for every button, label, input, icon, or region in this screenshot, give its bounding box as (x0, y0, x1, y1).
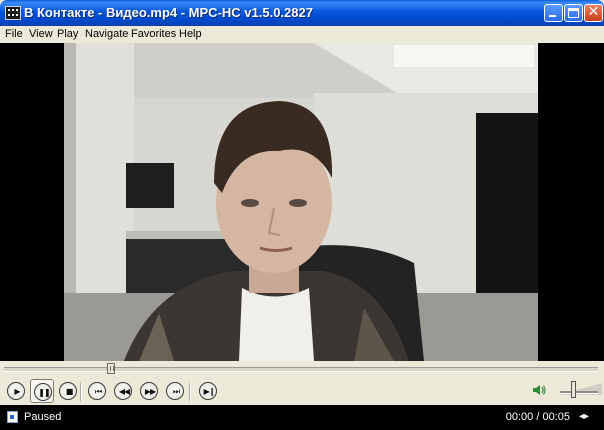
next-icon: ⏭ (166, 382, 184, 400)
playback-status: Paused (24, 411, 62, 423)
minimize-button[interactable] (544, 4, 563, 22)
previous-icon: ⏮ (88, 382, 106, 400)
frame-step-button[interactable]: ▶❙ (198, 381, 218, 401)
stop-button[interactable]: ■ (58, 381, 78, 401)
video-frame[interactable] (64, 43, 538, 361)
menu-help[interactable]: Help (179, 28, 202, 40)
seek-bar[interactable] (0, 361, 604, 377)
menu-view[interactable]: View (29, 28, 53, 40)
rewind-icon: ◀◀ (114, 382, 132, 400)
mpc-app-icon[interactable] (5, 6, 21, 20)
pause-button[interactable]: ❚❚ (30, 379, 54, 403)
stop-icon: ■ (59, 382, 77, 400)
seek-track[interactable] (4, 367, 598, 372)
video-area[interactable] (0, 43, 604, 361)
toolbar-separator (189, 383, 191, 401)
frame-step-icon: ▶❙ (199, 382, 217, 400)
volume-slider-thumb[interactable] (571, 381, 577, 398)
close-icon: ✕ (587, 4, 600, 20)
time-display[interactable]: 00:00 / 00:05 (506, 411, 570, 423)
playback-controls: ▶ ❚❚ ■ ⏮ ◀◀ ▶▶ ⏭ ▶❙ (0, 377, 604, 405)
maximize-button[interactable] (564, 4, 583, 22)
status-file-icon (7, 411, 18, 423)
menu-file[interactable]: File (5, 28, 23, 40)
seek-thumb[interactable] (106, 363, 115, 374)
menu-play[interactable]: Play (57, 28, 78, 40)
menu-bar: File View Play Navigate Favorites Help (0, 26, 604, 43)
prev-button[interactable]: ⏮ (87, 381, 107, 401)
fast-forward-icon: ▶▶ (140, 382, 158, 400)
minimize-icon (549, 15, 556, 17)
media-player-window: В Контакте - Видео.mp4 - MPC-HC v1.5.0.2… (0, 0, 604, 430)
menu-navigate[interactable]: Navigate (85, 28, 128, 40)
rewind-button[interactable]: ◀◀ (113, 381, 133, 401)
playback-mode-icon[interactable]: ◂▸ (579, 411, 595, 423)
close-button[interactable]: ✕ (584, 4, 603, 22)
video-frame-image (64, 43, 538, 361)
next-button[interactable]: ⏭ (165, 381, 185, 401)
play-button[interactable]: ▶ (6, 381, 26, 401)
title-bar[interactable]: В Контакте - Видео.mp4 - MPC-HC v1.5.0.2… (0, 0, 604, 26)
maximize-icon (568, 8, 579, 18)
speaker-icon[interactable] (532, 383, 546, 397)
status-bar: Paused 00:00 / 00:05 ◂▸ (0, 405, 604, 430)
menu-favorites[interactable]: Favorites (131, 28, 176, 40)
forward-button[interactable]: ▶▶ (139, 381, 159, 401)
pause-icon: ❚❚ (34, 383, 52, 401)
volume-track[interactable] (560, 391, 598, 394)
toolbar-separator (80, 383, 82, 401)
window-title: В Контакте - Видео.mp4 - MPC-HC v1.5.0.2… (24, 5, 313, 20)
play-icon: ▶ (7, 382, 25, 400)
